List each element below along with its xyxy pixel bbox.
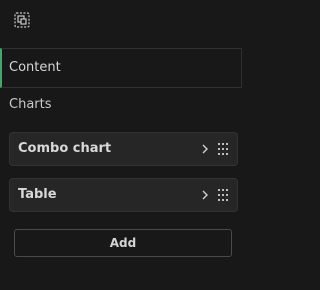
chevron-right-icon[interactable] [200,189,210,201]
chart-item-label: Combo chart [18,141,112,156]
add-button[interactable]: Add [14,229,232,257]
charts-heading: Charts [9,97,52,112]
chart-item-table[interactable]: Table [9,178,238,212]
content-section-header[interactable]: Content [0,48,242,88]
add-button-label: Add [109,236,137,250]
chevron-right-icon[interactable] [200,143,210,155]
chart-item-label: Table [18,187,57,202]
layers-icon[interactable] [14,12,30,28]
top-toolbar [0,0,243,48]
chart-item-combo-chart[interactable]: Combo chart [9,132,238,166]
content-section-title: Content [9,60,61,75]
drag-handle-icon[interactable] [217,188,229,202]
drag-handle-icon[interactable] [217,142,229,156]
